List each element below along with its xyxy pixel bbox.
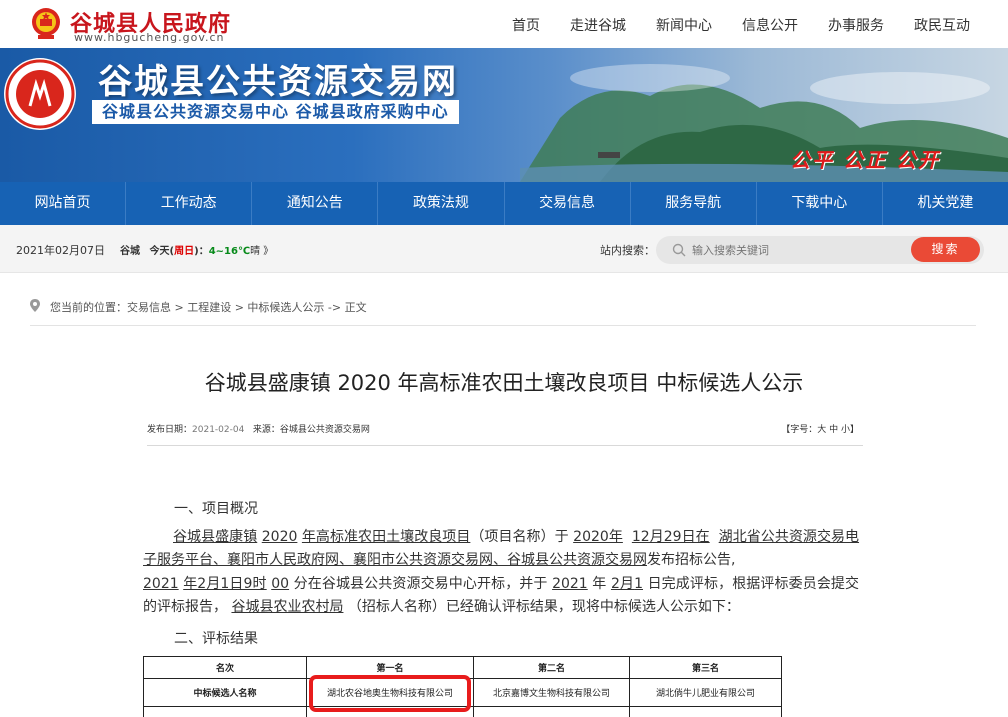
nav-policies[interactable]: 政策法规 — [378, 182, 505, 225]
site-title: 谷城县公共资源交易网 — [98, 62, 458, 102]
font-size-control[interactable]: 【字号：大 中 小】 — [781, 422, 859, 435]
table-cell — [629, 706, 782, 717]
top-bar: 谷城县人民政府 www.hbgucheng.gov.cn 首页 走进谷城 新闻中… — [0, 0, 1008, 48]
section-overview-heading: 一、项目概况 — [174, 501, 258, 517]
search-button[interactable]: 搜索 — [911, 237, 980, 262]
article-source: 来源：谷城县公共资源交易网 — [252, 425, 370, 435]
notice-year: 2020年 — [573, 529, 623, 545]
weather-close: )： — [194, 246, 209, 257]
top-nav-info[interactable]: 信息公开 — [742, 15, 798, 35]
project-name: 年高标准农田土壤改良项目 — [301, 529, 471, 545]
eval-day: 1 — [634, 575, 643, 592]
weather-info: 谷城 今天(周日)：4~16℃晴 》 — [120, 242, 273, 257]
tenderer-name: 谷城县农业农村局 — [231, 599, 344, 616]
nav-service-guide[interactable]: 服务导航 — [631, 182, 757, 225]
nav-notices[interactable]: 通知公告 — [252, 182, 379, 225]
table-cell — [473, 706, 630, 717]
publish-date: 2021-02-04 — [192, 425, 245, 435]
open-minute: 00 — [271, 575, 290, 592]
current-date: 2021年02月07日 — [16, 244, 105, 257]
search-label: 站内搜索： — [600, 244, 655, 257]
center-logo-icon — [4, 58, 76, 130]
text-segment: 分在谷城县公共资源交易中心开标，并于 — [293, 575, 548, 592]
candidate-second: 北京嘉博文生物科技有限公司 — [473, 678, 630, 707]
project-location: 谷城县盛康镇 — [173, 529, 258, 545]
search-icon — [672, 243, 686, 257]
weather-city: 谷城 — [120, 246, 140, 257]
nav-work-news[interactable]: 工作动态 — [126, 182, 253, 225]
top-nav-about[interactable]: 走进谷城 — [570, 15, 626, 35]
text-segment: 年 — [592, 575, 607, 592]
article-title: 谷城县盛康镇 2020 年高标准农田土壤改良项目 中标候选人公示 — [204, 371, 804, 395]
site-slogan: 公平 公正 公开 — [790, 148, 940, 172]
eval-year: 2021 — [552, 575, 588, 592]
weather-today: 今天( — [149, 246, 175, 257]
national-emblem-icon — [32, 8, 60, 39]
publish-label: 发布日期： — [147, 425, 193, 435]
top-nav-news[interactable]: 新闻中心 — [656, 15, 712, 35]
top-nav-home[interactable]: 首页 — [512, 15, 540, 35]
table-header: 第二名 — [473, 656, 630, 679]
breadcrumb-text[interactable]: 您当前的位置：交易信息 > 工程建设 > 中标候选人公示 -> 正文 — [50, 299, 367, 315]
nav-trade-info[interactable]: 交易信息 — [505, 182, 631, 225]
first-candidate-highlight — [309, 675, 471, 712]
weather-temp: 4~16℃ — [208, 246, 251, 257]
candidate-third: 湖北倘牛儿肥业有限公司 — [629, 678, 782, 707]
search-input[interactable] — [692, 239, 904, 261]
table-header: 第三名 — [629, 656, 782, 679]
overview-paragraph: 谷城县盛康镇 2020 年高标准农田土壤改良项目（项目名称）于 2020年 12… — [143, 526, 859, 620]
text-segment: （招标人名称）已经确认评标结果，现将中标候选人公示如下： — [347, 599, 740, 616]
nav-downloads[interactable]: 下载中心 — [757, 182, 883, 225]
text-segment: （项目名称）于 — [470, 529, 569, 545]
table-header: 名次 — [143, 656, 307, 679]
notice-date: 12月29日在 — [631, 529, 710, 545]
article-meta: 发布日期：2021-02-04 来源：谷城县公共资源交易网 【字号：大 中 小】 — [147, 418, 863, 446]
top-nav-services[interactable]: 办事服务 — [828, 15, 884, 35]
site-subtitle: 谷城县公共资源交易中心 谷城县政府采购中心 — [92, 100, 459, 124]
breadcrumb: 您当前的位置：交易信息 > 工程建设 > 中标候选人公示 -> 正文 — [30, 298, 976, 326]
top-nav: 首页 走进谷城 新闻中心 信息公开 办事服务 政民互动 — [482, 15, 970, 35]
location-pin-icon — [30, 299, 40, 312]
project-year: 2020 — [261, 529, 298, 545]
nav-party[interactable]: 机关党建 — [883, 182, 1008, 225]
open-year: 2021 — [143, 575, 179, 592]
gov-site-url: www.hbgucheng.gov.cn — [74, 31, 225, 44]
table-row-label: 中标候选人名称 — [143, 678, 307, 707]
weather-weekday: 周日 — [174, 246, 195, 257]
section-result-heading: 二、评标结果 — [174, 631, 258, 647]
text-segment: 发布招标公告, — [647, 552, 736, 569]
table-cell — [143, 706, 307, 717]
weather-condition: 晴 》 — [250, 246, 274, 257]
eval-month: 2月 — [610, 575, 635, 592]
main-nav: 网站首页 工作动态 通知公告 政策法规 交易信息 服务导航 下载中心 机关党建 — [0, 182, 1008, 225]
top-nav-interaction[interactable]: 政民互动 — [914, 15, 970, 35]
site-banner: 谷城县公共资源交易网 谷城县公共资源交易中心 谷城县政府采购中心 公平 公正 公… — [0, 48, 1008, 182]
open-date: 年2月1日9时 — [183, 575, 267, 592]
nav-home[interactable]: 网站首页 — [0, 182, 127, 225]
